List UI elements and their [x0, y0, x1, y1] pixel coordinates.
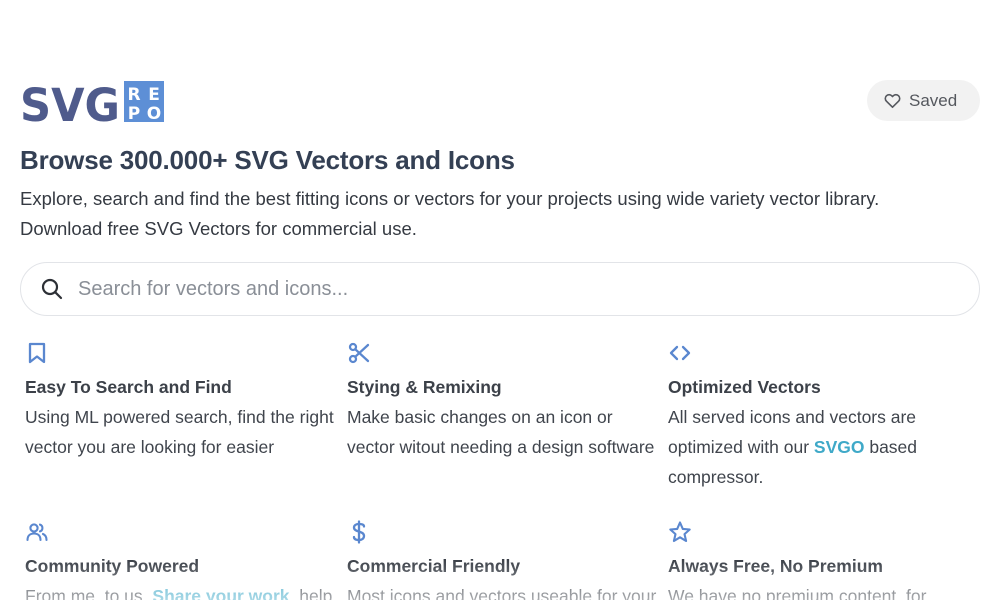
page-description: Explore, search and find the best fittin… — [20, 184, 950, 244]
share-your-work-link[interactable]: Share your work — [152, 586, 289, 600]
feature-optimized-vectors: Optimized Vectors All served icons and v… — [668, 341, 983, 492]
saved-button[interactable]: Saved — [867, 80, 980, 121]
feature-description: From me, to us. Share your work, help — [25, 581, 340, 600]
logo-badge-letter: R — [127, 85, 140, 105]
feature-always-free: Always Free, No Premium We have no premi… — [668, 520, 983, 600]
feature-title: Commercial Friendly — [347, 556, 521, 576]
feature-description-text: , help — [289, 586, 333, 600]
logo-badge-letter: O — [147, 104, 161, 124]
description-line: Download free SVG Vectors for commercial… — [20, 218, 417, 239]
feature-title: Always Free, No Premium — [668, 556, 883, 576]
search-bar[interactable] — [20, 262, 980, 316]
logo-badge-letter: P — [128, 104, 140, 124]
dollar-icon — [352, 520, 366, 544]
feature-community-powered: Community Powered From me, to us. Share … — [25, 520, 340, 600]
saved-label: Saved — [909, 90, 958, 110]
feature-easy-search: Easy To Search and Find Using ML powered… — [25, 341, 340, 462]
feature-title: Optimized Vectors — [668, 377, 821, 397]
scissors-icon — [348, 342, 370, 364]
feature-title: Stying & Remixing — [347, 377, 502, 397]
description-line: Explore, search and find the best fittin… — [20, 188, 880, 209]
page-title: Browse 300.000+ SVG Vectors and Icons — [20, 145, 515, 175]
svgo-link[interactable]: SVGO — [814, 437, 865, 457]
logo-text: SVG — [20, 80, 120, 124]
search-input[interactable] — [78, 277, 938, 301]
users-icon — [26, 523, 48, 542]
feature-title: Community Powered — [25, 556, 200, 576]
feature-description-text: From me, to us. — [25, 586, 153, 600]
feature-description: Using ML powered search, find the right … — [25, 407, 334, 457]
svgrepo-logo[interactable]: SVG R E P O — [20, 79, 166, 132]
feature-commercial-friendly: Commercial Friendly Most icons and vecto… — [347, 520, 662, 600]
feature-description: Most icons and vectors useable for your — [347, 586, 657, 600]
feature-description: We have no premium content, for — [668, 586, 927, 600]
star-icon — [669, 521, 691, 543]
feature-description: Make basic changes on an icon or vector … — [347, 407, 655, 457]
heart-icon — [884, 93, 901, 109]
code-icon — [669, 345, 691, 361]
bookmark-icon — [28, 342, 46, 364]
logo-badge-letter: E — [148, 85, 160, 105]
feature-styling-remixing: Stying & Remixing Make basic changes on … — [347, 341, 662, 462]
feature-description: All served icons and vectors are optimiz… — [668, 402, 983, 492]
search-icon[interactable] — [40, 277, 64, 301]
feature-title: Easy To Search and Find — [25, 377, 232, 397]
